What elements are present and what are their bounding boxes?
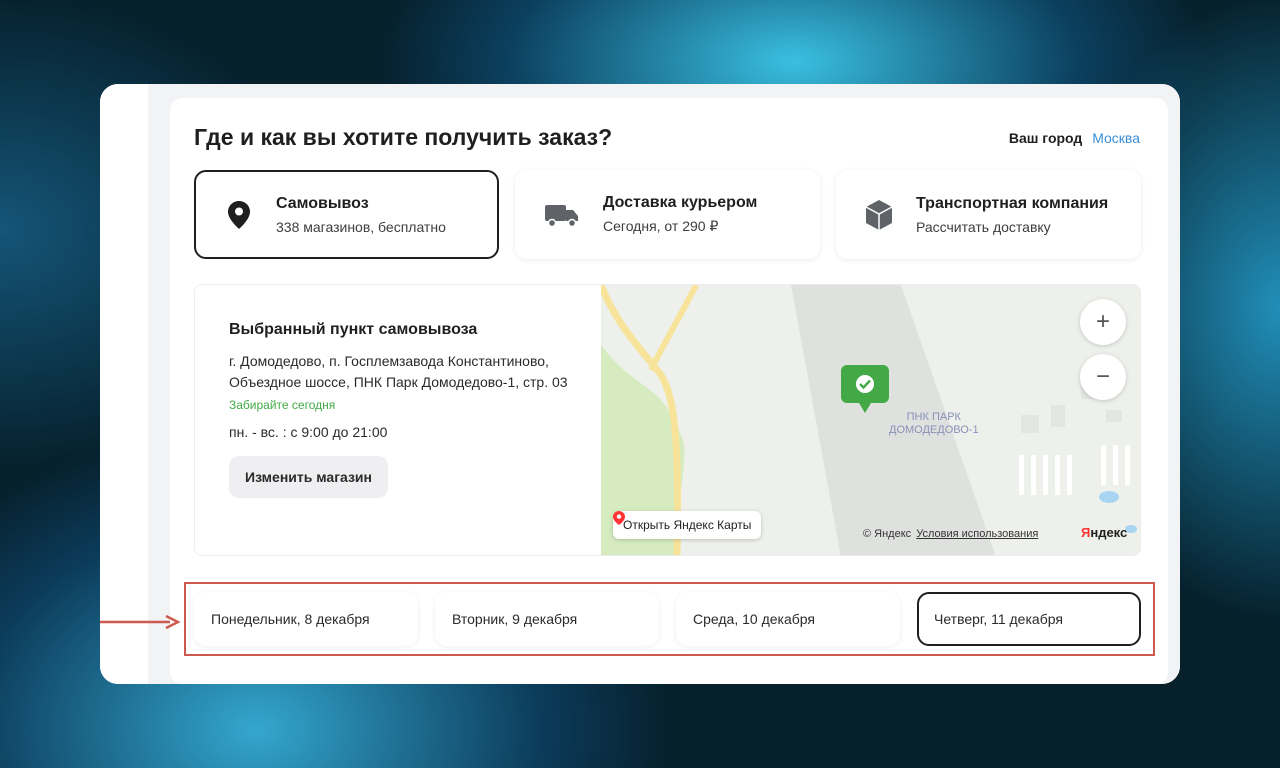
option-pickup-subtitle: 338 магазинов, бесплатно — [276, 218, 446, 235]
city-link[interactable]: Москва — [1092, 130, 1140, 146]
yandex-logo: Яндекс — [1081, 525, 1128, 540]
pickup-address: г. Домодедово, п. Госплемзавода Констант… — [229, 353, 568, 390]
map-copyright: © Яндекс Условия использования — [863, 528, 1039, 540]
date-chip-thursday[interactable]: Четверг, 11 декабря — [917, 592, 1141, 646]
open-yandex-maps-button[interactable]: Открыть Яндекс Карты — [613, 511, 762, 539]
date-chip-tuesday[interactable]: Вторник, 9 декабря — [435, 592, 659, 646]
pickup-status: Забирайте сегодня — [229, 398, 336, 412]
zoom-in-button[interactable]: + — [1080, 299, 1126, 345]
option-transport-subtitle: Рассчитать доставку — [916, 218, 1051, 235]
map-place-label: ПНК ПАРК ДОМОДЕДОВО-1 — [889, 411, 979, 436]
map-view[interactable]: ПНК ПАРК ДОМОДЕДОВО-1 + − Открыть Яндекс… — [601, 285, 1140, 555]
pickup-point-card: Выбранный пункт самовывоза г. Домодедово… — [194, 284, 1141, 556]
city-selector: Ваш город Москва — [1009, 130, 1140, 146]
pickup-info: Выбранный пункт самовывоза г. Домодедово… — [229, 321, 589, 498]
page-title: Где и как вы хотите получить заказ? — [194, 124, 613, 150]
date-chip-wednesday[interactable]: Среда, 10 декабря — [676, 592, 900, 646]
option-pickup[interactable]: Самовывоз 338 магазинов, бесплатно — [194, 170, 499, 259]
date-chip-monday[interactable]: Понедельник, 8 декабря — [194, 592, 418, 646]
map-pin-icon — [613, 511, 625, 525]
option-courier[interactable]: Доставка курьером Сегодня, от 290 ₽ — [515, 170, 820, 259]
annotation-arrow-icon — [100, 614, 180, 630]
pickup-hours: пн. - вс. : с 9:00 до 21:00 — [229, 424, 388, 440]
option-courier-subtitle: Сегодня, от 290 ₽ — [603, 218, 719, 234]
map-terms-link[interactable]: Условия использования — [916, 528, 1038, 540]
option-transport-company[interactable]: Транспортная компания Рассчитать доставк… — [836, 170, 1141, 259]
sidebar-strip — [100, 84, 148, 684]
city-label: Ваш город — [1008, 130, 1083, 146]
option-courier-title: Доставка курьером — [603, 194, 758, 211]
option-transport-title: Транспортная компания — [916, 194, 1109, 212]
change-store-button[interactable]: Изменить магазин — [229, 456, 388, 498]
pickup-title: Выбранный пункт самовывоза — [229, 321, 478, 338]
package-box-icon — [864, 199, 894, 230]
truck-icon — [543, 200, 581, 230]
location-pin-icon — [224, 200, 254, 230]
zoom-out-button[interactable]: − — [1080, 354, 1126, 400]
option-pickup-title: Самовывоз — [276, 194, 369, 212]
